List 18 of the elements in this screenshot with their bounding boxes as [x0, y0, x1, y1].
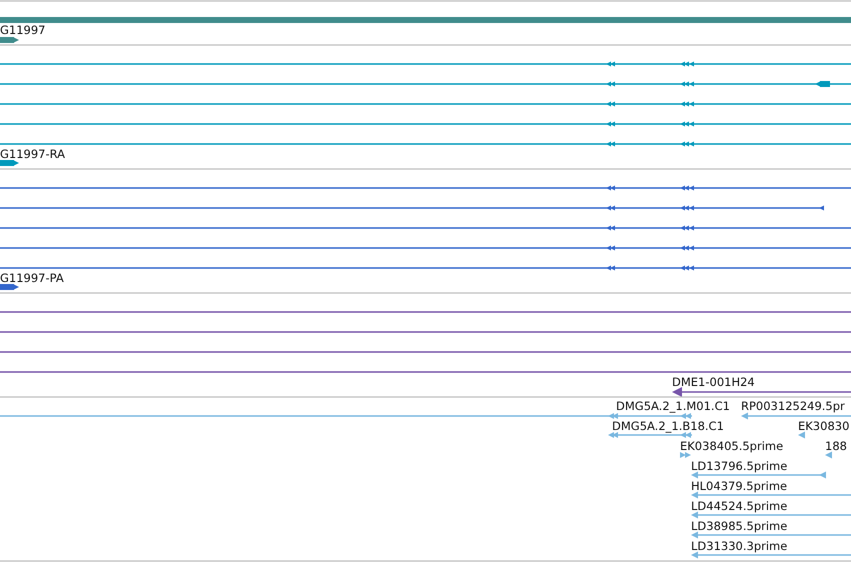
- feature-label: LD31330.3prime: [691, 539, 788, 553]
- gene-label: G11997: [0, 23, 46, 37]
- feature-label: LD13796.5prime: [691, 459, 788, 473]
- feature-label: LD44524.5prime: [691, 499, 788, 513]
- strand-arrow-icon: [0, 160, 19, 166]
- feature-label: RP003125249.5pr: [741, 399, 845, 413]
- strand-arrow-icon: [0, 284, 19, 290]
- feature-label: LD38985.5prime: [691, 519, 788, 533]
- feature-label: 188: [825, 439, 847, 453]
- gene-label: G11997-RA: [0, 147, 66, 161]
- strand-arrow-icon: [0, 37, 19, 43]
- feature-label: DME1-001H24: [672, 375, 755, 389]
- feature-label: DMG5A.2_1.B18.C1: [612, 419, 724, 433]
- gene-label: G11997-PA: [0, 271, 64, 285]
- feature-label: HL04379.5prime: [691, 479, 788, 493]
- feature-label: EK038405.5prime: [680, 439, 784, 453]
- feature-label: DMG5A.2_1.M01.C1: [616, 399, 730, 413]
- feature-label: EK30830: [798, 419, 850, 433]
